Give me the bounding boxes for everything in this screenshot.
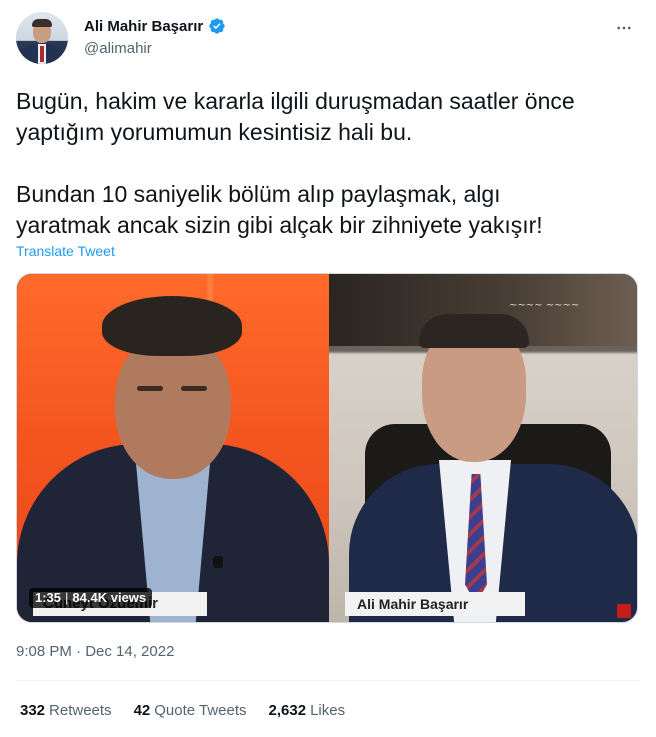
tweet-text: Bugün, hakim ve kararla ilgili duruşmada… xyxy=(16,88,575,238)
video-views: 84.4K views xyxy=(72,590,147,605)
avatar-hair xyxy=(32,19,52,27)
duration-separator: | xyxy=(65,590,69,605)
more-horizontal-icon[interactable] xyxy=(612,16,636,40)
video-right-panel: ∼∼∼∼ ∼∼∼∼ xyxy=(329,274,637,622)
channel-logo-icon xyxy=(617,604,631,618)
video-duration: 1:35 xyxy=(35,590,62,605)
likes-count: 2,632 xyxy=(268,702,307,719)
avatar[interactable] xyxy=(16,12,68,64)
retweets-label: Retweets xyxy=(49,702,112,719)
more-dots-svg xyxy=(617,26,631,30)
author-handle[interactable]: @alimahir xyxy=(84,40,152,57)
author-name-row[interactable]: Ali Mahir Başarır xyxy=(84,17,226,35)
retweets-count: 332 xyxy=(20,702,46,719)
avatar-tie xyxy=(40,46,44,62)
right-caption-text: Ali Mahir Başarır xyxy=(357,596,469,612)
host-right-brow xyxy=(181,386,207,391)
quote-tweets-label: Quote Tweets xyxy=(154,702,247,719)
quote-tweets-count: 42 xyxy=(133,702,151,719)
tweet-timestamp[interactable]: 9:08 PM · Dec 14, 2022 xyxy=(16,643,174,660)
host-left-brow xyxy=(137,386,163,391)
likes-stat[interactable]: 2,632 Likes xyxy=(269,702,346,719)
author-display-name[interactable]: Ali Mahir Başarır xyxy=(84,18,203,35)
video-left-panel xyxy=(17,274,329,622)
host-hair xyxy=(102,296,242,356)
background-signature: ∼∼∼∼ ∼∼∼∼ xyxy=(509,300,580,311)
quote-tweets-stat[interactable]: 42 Quote Tweets xyxy=(134,702,247,719)
right-name-caption: Ali Mahir Başarır xyxy=(345,592,525,616)
guest-hair xyxy=(419,314,529,348)
likes-label: Likes xyxy=(310,702,346,719)
video-duration-badge: 1:35 | 84.4K views xyxy=(29,588,153,608)
tweet-header: Ali Mahir Başarır @alimahir xyxy=(16,12,640,68)
retweets-stat[interactable]: 332 Retweets xyxy=(20,702,112,719)
tweet-stats: 332 Retweets 42 Quote Tweets 2,632 Likes xyxy=(20,702,345,719)
verified-badge-icon xyxy=(209,18,225,34)
lapel-mic xyxy=(213,556,223,568)
translate-tweet-link[interactable]: Translate Tweet xyxy=(16,243,115,259)
divider xyxy=(16,680,640,681)
video-player[interactable]: ∼∼∼∼ ∼∼∼∼ Cüneyt Özdemir Ali Mahir Başar… xyxy=(16,273,638,623)
